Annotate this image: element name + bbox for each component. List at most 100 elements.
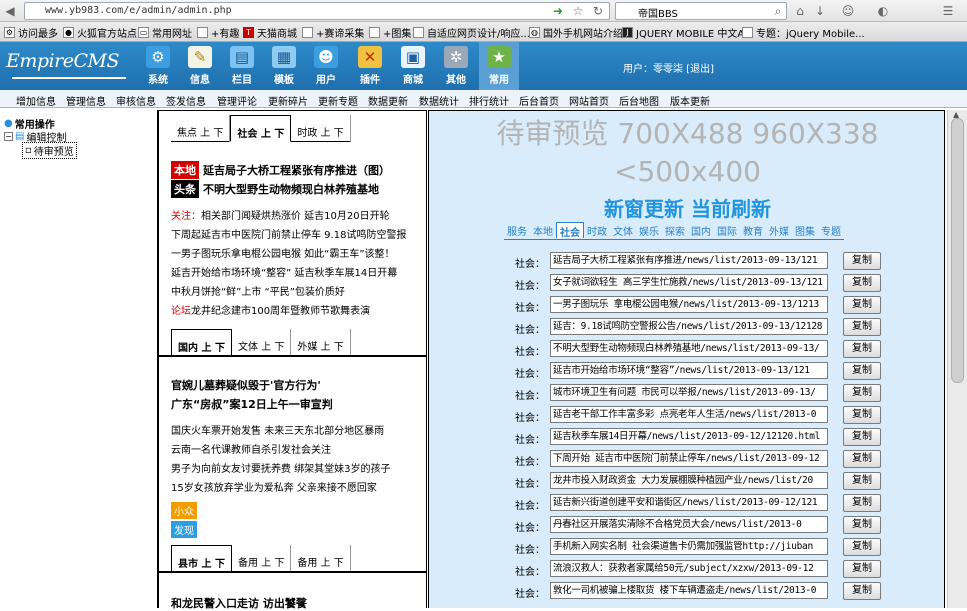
link-field[interactable]: 延吉：9.18试鸣防空警报公告/news/list/2013-09-13/121… xyxy=(550,318,828,335)
download-icon[interactable]: ↓ xyxy=(812,3,828,19)
bookmark-star-icon[interactable]: ☆ xyxy=(570,3,586,19)
copy-button[interactable]: 复制 xyxy=(843,384,881,402)
empirecms-logo[interactable]: EmpireCMS xyxy=(6,50,130,84)
menu-site-home[interactable]: 网站首页 xyxy=(569,93,609,108)
nav-plugin[interactable]: ✕ 插件 xyxy=(350,42,390,90)
tree-pending-preview[interactable]: ▫ 待审预览 xyxy=(22,142,77,159)
cat-tab[interactable]: 娱乐 xyxy=(636,222,662,238)
cat-tab[interactable]: 探索 xyxy=(662,222,688,238)
cat-tab[interactable]: 国内 xyxy=(688,222,714,238)
news-item[interactable]: 国庆火车票开始发售 未来三天东北部分地区暴雨 xyxy=(171,422,423,437)
copy-button[interactable]: 复制 xyxy=(843,538,881,556)
link-field[interactable]: 城市环境卫生有问题 市民可以举报/news/list/2013-09-13/ xyxy=(550,384,828,401)
menu-update-fragments[interactable]: 更新碎片 xyxy=(268,93,308,108)
copy-button[interactable]: 复制 xyxy=(843,318,881,336)
cat-tab[interactable]: 专题 xyxy=(818,222,844,238)
username[interactable]: 零零柒 xyxy=(653,64,683,75)
menu-manage-info[interactable]: 管理信息 xyxy=(66,93,106,108)
tab-domestic[interactable]: 国内 上 下 xyxy=(171,329,232,356)
link-field[interactable]: 丹春社区开展落实清除不合格党员大会/news/list/2013-0 xyxy=(550,516,828,533)
nav-info[interactable]: ✎ 信息 xyxy=(180,42,220,90)
sync-icon[interactable]: ◐ xyxy=(875,3,891,19)
link-field[interactable]: 不明大型野生动物频现白林养殖基地/news/list/2013-09-13/ xyxy=(550,340,828,357)
badge-xiaozhong[interactable]: 小众 xyxy=(171,502,423,519)
news-item[interactable]: 下周起延吉市中医院门前禁止停车 9.18试鸣防空警报 xyxy=(171,226,423,241)
bookmark-item[interactable]: ◍ 国外手机网站介绍 xyxy=(529,25,623,40)
news-item[interactable]: 延吉开始给市场环境“整容” 延吉秋季车展14日开幕 xyxy=(171,264,423,279)
link-field[interactable]: 一男子图玩乐 拿电棍公园电猴/news/list/2013-09-13/1213 xyxy=(550,296,828,313)
tab-reserve-1[interactable]: 备用 上 下 xyxy=(232,545,292,572)
news-item[interactable]: 论坛龙井纪念建市100周年暨教师节歌舞表演 xyxy=(171,302,423,317)
copy-button[interactable]: 复制 xyxy=(843,340,881,358)
tab-culture-sports[interactable]: 文体 上 下 xyxy=(232,329,292,356)
news-item[interactable]: 一男子图玩乐拿电棍公园电猴 如此“霸王车”该整！ xyxy=(171,245,423,260)
copy-button[interactable]: 复制 xyxy=(843,296,881,314)
menu-data-stats[interactable]: 数据统计 xyxy=(419,93,459,108)
link-field[interactable]: 敦化一司机被骗上楼取货 楼下车辆遭盗走/news/list/2013-0 xyxy=(550,582,828,599)
tab-politics[interactable]: 时政 上 下 xyxy=(291,115,351,142)
bookmark-item[interactable]: J JQUERY MOBILE 中文A... xyxy=(622,25,754,40)
url-bar[interactable]: www.yb983.com/e/admin/admin.php ➜ ☆ ↻ xyxy=(24,2,610,20)
menu-rank-stats[interactable]: 排行统计 xyxy=(469,93,509,108)
logout-link[interactable]: [退出] xyxy=(686,64,714,75)
link-field[interactable]: 延吉市开始给市场环境“整容”/news/list/2013-09-13/121 xyxy=(550,362,828,379)
badge-discover[interactable]: 发现 xyxy=(171,521,423,538)
menu-version-update[interactable]: 版本更新 xyxy=(670,93,710,108)
menu-admin-map[interactable]: 后台地图 xyxy=(619,93,659,108)
tab-foreign-media[interactable]: 外媒 上 下 xyxy=(291,329,351,356)
menu-add-info[interactable]: 增加信息 xyxy=(16,93,56,108)
cat-tab[interactable]: 教育 xyxy=(740,222,766,238)
link-field[interactable]: 延吉秋季车展14日开幕/news/list/2013-09-12/12120.h… xyxy=(550,428,828,445)
menu-icon[interactable]: ☰ xyxy=(940,3,956,19)
copy-button[interactable]: 复制 xyxy=(843,252,881,270)
nav-system[interactable]: ⚙ 系统 xyxy=(138,42,178,90)
tab-county[interactable]: 县市 上 下 xyxy=(171,545,232,572)
copy-button[interactable]: 复制 xyxy=(843,428,881,446)
link-field[interactable]: 延吉老干部工作丰富多彩 点亮老年人生活/news/list/2013-0 xyxy=(550,406,828,423)
menu-sign-info[interactable]: 签发信息 xyxy=(166,93,206,108)
refresh-links[interactable]: 新窗更新 当前刷新 xyxy=(429,193,946,222)
link-field[interactable]: 流浪汉救人：获救者家属给50元/subject/xzxw/2013-09-12 xyxy=(550,560,828,577)
copy-button[interactable]: 复制 xyxy=(843,560,881,578)
reload-icon[interactable]: ↻ xyxy=(590,3,606,19)
headline[interactable]: 官婉儿墓葬疑似毁于'官方行为' xyxy=(171,377,321,393)
nav-column[interactable]: ▤ 栏目 xyxy=(222,42,262,90)
news-item[interactable]: 15岁女孩放弃学业为爱私奔 父亲来接不愿回家 xyxy=(171,479,423,494)
menu-update-topics[interactable]: 更新专题 xyxy=(318,93,358,108)
link-field[interactable]: 手机新入网实名制 社会渠道售卡仍需加强监管http://jiuban xyxy=(550,538,828,555)
news-item[interactable]: 中秋月饼抢“鲜”上市 “平民”包装价质好 xyxy=(171,283,423,298)
bookmark-item[interactable]: ● 火狐官方站点 xyxy=(63,25,137,40)
bookmark-item[interactable]: 自适应网页设计/响应... xyxy=(413,25,530,40)
cat-tab[interactable]: 图集 xyxy=(792,222,818,238)
copy-button[interactable]: 复制 xyxy=(843,516,881,534)
bookmark-item[interactable]: +赛谛采集 xyxy=(302,25,364,40)
headline[interactable]: 头条 不明大型野生动物频现白林养殖基地 xyxy=(171,180,379,198)
cat-tab[interactable]: 服务 xyxy=(504,222,530,238)
copy-button[interactable]: 复制 xyxy=(843,450,881,468)
bookmark-item[interactable]: 专题：jQuery Mobile... xyxy=(742,25,865,40)
cat-tab[interactable]: 外媒 xyxy=(766,222,792,238)
link-field[interactable]: 龙井市投入财政资金 大力发展棚膜种植园产业/news/list/20 xyxy=(550,472,828,489)
nav-shop[interactable]: ▣ 商城 xyxy=(393,42,433,90)
bookmark-item[interactable]: ▭ 常用网址 xyxy=(138,25,192,40)
copy-button[interactable]: 复制 xyxy=(843,362,881,380)
addon-icon[interactable]: ☺ xyxy=(840,3,856,19)
bookmark-item[interactable]: +有趣 xyxy=(197,25,239,40)
link-field[interactable]: 女子就词欲轻生 高三学生忙施救/news/list/2013-09-13/121 xyxy=(550,274,828,291)
scroll-thumb[interactable] xyxy=(951,118,964,383)
search-input[interactable]: 帝国BBS ⌕ xyxy=(615,2,787,20)
nav-other[interactable]: ✲ 其他 xyxy=(436,42,476,90)
menu-admin-home[interactable]: 后台首页 xyxy=(519,93,559,108)
link-field[interactable]: 下周开始 延吉市中医院门前禁止停车/news/list/2013-09-12 xyxy=(550,450,828,467)
page-scrollbar[interactable]: ▲ xyxy=(947,110,967,608)
news-item[interactable]: 男子为向前女友讨要抚养费 绑架其堂妹3岁的孩子 xyxy=(171,460,423,475)
copy-button[interactable]: 复制 xyxy=(843,274,881,292)
tab-focus[interactable]: 焦点 上 下 xyxy=(171,115,231,142)
cat-tab-active[interactable]: 社会 xyxy=(556,222,584,239)
headline[interactable]: 和龙民警入口走访 访出饕餮 xyxy=(171,595,307,611)
news-item[interactable]: 关注：相关部门闻疑烘热涨价 延吉10月20日开轮 xyxy=(171,207,423,222)
nav-user[interactable]: ☻ 用户 xyxy=(306,42,346,90)
bookmark-item[interactable]: T 天猫商城 xyxy=(243,25,297,40)
cat-tab[interactable]: 国际 xyxy=(714,222,740,238)
copy-button[interactable]: 复制 xyxy=(843,472,881,490)
